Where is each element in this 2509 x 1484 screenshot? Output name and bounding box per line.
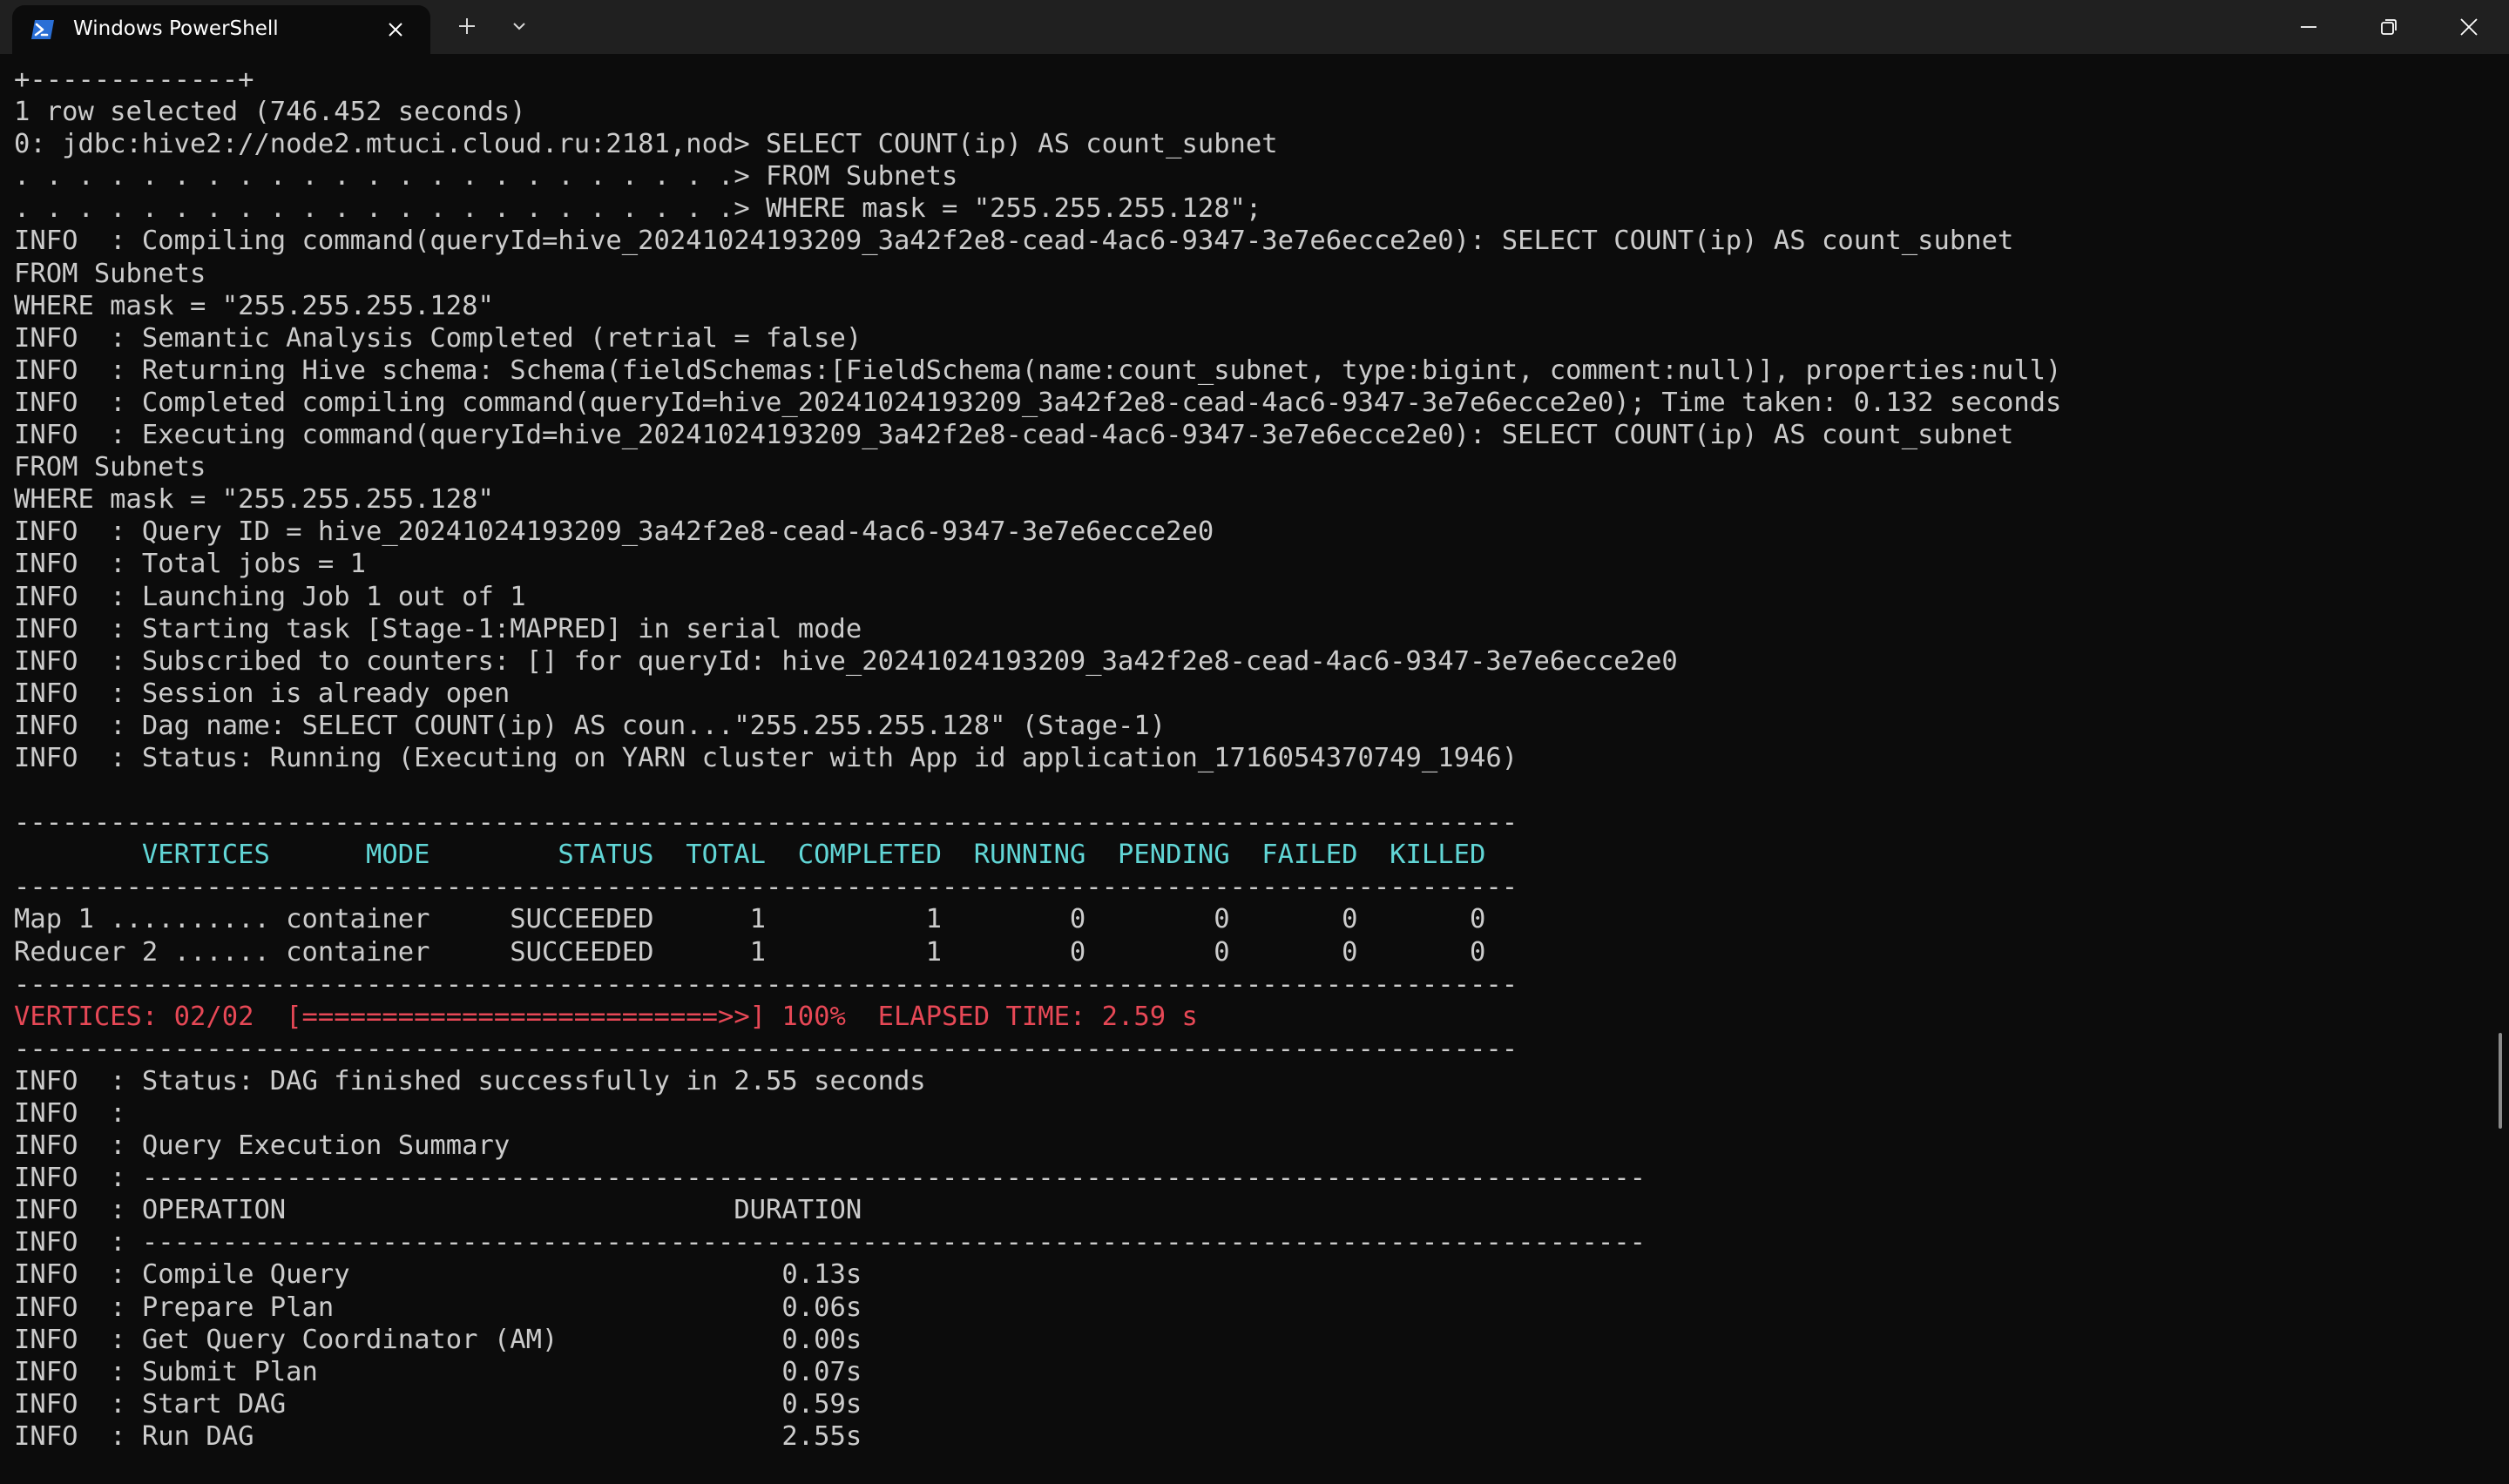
tab-dropdown-button[interactable] — [500, 7, 538, 45]
terminal-line: INFO : Submit Plan 0.07s — [14, 1356, 862, 1387]
powershell-icon — [30, 17, 56, 43]
terminal-line: INFO : Launching Job 1 out of 1 — [14, 581, 526, 612]
restore-icon — [2381, 19, 2397, 35]
terminal-line: . . . . . . . . . . . . . . . . . . . . … — [14, 193, 1262, 225]
terminal-line: INFO : Completed compiling command(query… — [14, 387, 2062, 418]
terminal-line: INFO : Returning Hive schema: Schema(fie… — [14, 354, 2062, 386]
minimize-icon — [2301, 26, 2316, 28]
terminal-line: INFO : Starting task [Stage-1:MAPRED] in… — [14, 613, 862, 644]
terminal-line: INFO : Run DAG 2.55s — [14, 1420, 862, 1452]
terminal-line: Map 1 .......... container SUCCEEDED 1 1… — [14, 904, 1486, 935]
scrollbar-thumb[interactable] — [2499, 1033, 2502, 1129]
terminal-line: VERTICES: 02/02 [=======================… — [14, 1001, 1198, 1032]
tab-windows-powershell[interactable]: Windows PowerShell — [12, 5, 430, 54]
terminal-line: INFO : Compile Query 0.13s — [14, 1259, 862, 1291]
terminal-line: ----------------------------------------… — [14, 872, 1518, 903]
terminal-line: INFO : ---------------------------------… — [14, 1163, 1646, 1194]
terminal-line: WHERE mask = "255.255.255.128" — [14, 484, 494, 516]
terminal-line: Reducer 2 ...... container SUCCEEDED 1 1… — [14, 936, 1486, 968]
terminal-line: FROM Subnets — [14, 452, 206, 483]
terminal-line: INFO : Get Query Coordinator (AM) 0.00s — [14, 1324, 862, 1355]
terminal-line: WHERE mask = "255.255.255.128" — [14, 290, 494, 321]
terminal-line: 0: jdbc:hive2://node2.mtuci.cloud.ru:218… — [14, 129, 1278, 160]
terminal-line: ----------------------------------------… — [14, 807, 1518, 839]
title-bar[interactable]: Windows PowerShell — [0, 0, 2509, 54]
terminal-line: INFO : — [14, 1098, 126, 1129]
terminal-line: INFO : Executing command(queryId=hive_20… — [14, 420, 2014, 451]
terminal-line: INFO : Session is already open — [14, 678, 511, 709]
terminal-line: INFO : Subscribed to counters: [] for qu… — [14, 645, 1678, 677]
minimize-button[interactable] — [2269, 0, 2349, 54]
terminal-line: INFO : Query ID = hive_20241024193209_3a… — [14, 516, 1214, 548]
terminal-line: INFO : OPERATION DURATION — [14, 1195, 862, 1226]
tab-title: Windows PowerShell — [73, 17, 279, 40]
terminal-line: FROM Subnets — [14, 258, 206, 289]
close-icon — [389, 23, 402, 37]
terminal-lines: +-------------+ 1 row selected (746.452 s… — [0, 54, 2492, 1453]
terminal-window: Windows PowerShell +-------------+ 1 row… — [0, 0, 2509, 1484]
terminal-line: INFO : Compiling command(queryId=hive_20… — [14, 226, 2014, 257]
terminal-output[interactable]: +-------------+ 1 row selected (746.452 s… — [0, 54, 2492, 1484]
terminal-line: INFO : Query Execution Summary — [14, 1130, 511, 1162]
chevron-down-icon — [513, 23, 525, 30]
terminal-line: ----------------------------------------… — [14, 1033, 1518, 1064]
terminal-line: INFO : Status: Running (Executing on YAR… — [14, 742, 1518, 773]
close-tab-button[interactable] — [378, 12, 413, 47]
terminal-line: INFO : ---------------------------------… — [14, 1227, 1646, 1258]
terminal-line: . . . . . . . . . . . . . . . . . . . . … — [14, 161, 958, 192]
terminal-line: INFO : Semantic Analysis Completed (retr… — [14, 322, 862, 354]
terminal-line: INFO : Start DAG 0.59s — [14, 1388, 862, 1420]
terminal-line: INFO : Prepare Plan 0.06s — [14, 1292, 862, 1323]
close-icon — [2460, 18, 2478, 36]
terminal-line: ----------------------------------------… — [14, 968, 1518, 1000]
plus-icon — [459, 18, 475, 34]
close-window-button[interactable] — [2429, 0, 2509, 54]
terminal-line: 1 row selected (746.452 seconds) — [14, 97, 526, 128]
restore-button[interactable] — [2349, 0, 2429, 54]
terminal-line: INFO : Status: DAG finished successfully… — [14, 1065, 926, 1096]
vertical-scrollbar[interactable] — [2492, 54, 2509, 1484]
terminal-line: INFO : Total jobs = 1 — [14, 549, 366, 580]
terminal-line: VERTICES MODE STATUS TOTAL COMPLETED RUN… — [14, 840, 1486, 871]
terminal-line: +-------------+ — [14, 64, 254, 95]
terminal-line: INFO : Dag name: SELECT COUNT(ip) AS cou… — [14, 710, 1167, 741]
new-tab-button[interactable] — [448, 7, 486, 45]
